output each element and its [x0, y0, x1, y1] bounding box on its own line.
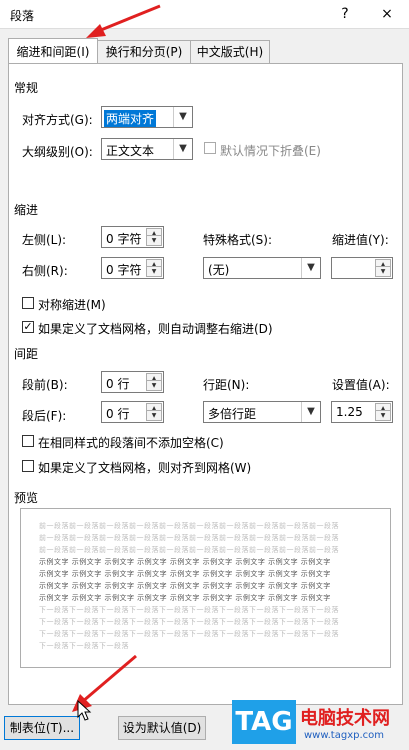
indent-by-spinner[interactable]: ▲ ▼ [331, 257, 393, 279]
preview-box: 前一段落前一段落前一段落前一段落前一段落前一段落前一段落前一段落前一段落前一段落… [20, 508, 391, 668]
preview-sample-line: 示例文字 示例文字 示例文字 示例文字 示例文字 示例文字 示例文字 示例文字 … [39, 570, 331, 578]
right-indent-spinner[interactable]: 0 字符 ▲ ▼ [101, 257, 164, 279]
preview-section-title: 预览 [14, 491, 39, 505]
spin-down-icon[interactable]: ▼ [375, 266, 391, 277]
spin-down-icon[interactable]: ▼ [146, 235, 162, 246]
no-space-label: 在相同样式的段落间不添加空格(C) [38, 436, 224, 450]
spacing-at-spinner[interactable]: 1.25 ▲ ▼ [331, 401, 393, 423]
spin-down-icon[interactable]: ▼ [146, 380, 162, 391]
mirror-indents-label: 对称缩进(M) [38, 298, 106, 312]
alignment-label: 对齐方式(G): [22, 113, 93, 127]
alignment-value: 两端对齐 [104, 110, 157, 127]
preview-prev-line: 前一段落前一段落前一段落前一段落前一段落前一段落前一段落前一段落前一段落前一段落 [39, 546, 339, 554]
red-arrow-icon [86, 4, 161, 38]
chevron-down-icon: ▼ [301, 402, 320, 422]
left-indent-spinner[interactable]: 0 字符 ▲ ▼ [101, 226, 164, 248]
tab-asian-typography[interactable]: 中文版式(H) [190, 40, 270, 63]
mirror-indents-checkbox[interactable] [22, 297, 34, 309]
chevron-down-icon: ▼ [173, 139, 192, 159]
special-indent-label: 特殊格式(S): [203, 233, 273, 247]
indent-section-title: 缩进 [14, 203, 39, 217]
preview-sample-line: 示例文字 示例文字 示例文字 示例文字 示例文字 示例文字 示例文字 示例文字 … [39, 582, 331, 590]
space-after-value: 0 行 [106, 407, 130, 421]
collapsed-checkbox[interactable] [204, 142, 216, 154]
auto-adjust-checkbox[interactable]: ✓ [22, 321, 34, 333]
red-arrow-icon [72, 654, 137, 712]
indent-by-label: 缩进值(Y): [332, 233, 389, 247]
general-section-title: 常规 [14, 81, 39, 95]
space-before-label: 段前(B): [22, 378, 68, 392]
dialog-title: 段落 [10, 9, 35, 23]
preview-sample-line: 示例文字 示例文字 示例文字 示例文字 示例文字 示例文字 示例文字 示例文字 … [39, 558, 331, 566]
space-after-spinner[interactable]: 0 行 ▲ ▼ [101, 401, 164, 423]
chevron-down-icon: ▼ [301, 258, 320, 278]
snap-grid-label: 如果定义了文档网格，则对齐到网格(W) [38, 461, 252, 475]
spacing-at-value: 1.25 [336, 405, 363, 419]
alignment-dropdown[interactable]: 两端对齐 ▼ [101, 106, 193, 128]
watermark-url: www.tagxp.com [304, 730, 384, 741]
line-spacing-value: 多倍行距 [208, 407, 257, 421]
special-indent-value: (无) [208, 263, 230, 277]
watermark-site: 电脑技术网 [300, 708, 390, 729]
space-after-label: 段后(F): [22, 409, 67, 423]
chevron-down-icon: ▼ [173, 107, 192, 127]
no-space-checkbox[interactable] [22, 435, 34, 447]
auto-adjust-label: 如果定义了文档网格，则自动调整右缩进(D) [38, 322, 273, 336]
preview-next-line: 下一段落下一段落下一段落下一段落下一段落下一段落下一段落下一段落下一段落下一段落 [39, 618, 339, 626]
special-indent-dropdown[interactable]: (无) ▼ [203, 257, 321, 279]
cursor-icon [77, 700, 92, 721]
space-before-value: 0 行 [106, 377, 130, 391]
right-indent-value: 0 字符 [106, 263, 142, 277]
spin-down-icon[interactable]: ▼ [146, 266, 162, 277]
line-spacing-label: 行距(N): [203, 378, 250, 392]
spin-down-icon[interactable]: ▼ [375, 410, 391, 421]
snap-grid-checkbox[interactable] [22, 460, 34, 472]
preview-next-line: 下一段落下一段落下一段落下一段落下一段落下一段落下一段落下一段落下一段落下一段落 [39, 630, 339, 638]
space-before-spinner[interactable]: 0 行 ▲ ▼ [101, 371, 164, 393]
line-spacing-dropdown[interactable]: 多倍行距 ▼ [203, 401, 321, 423]
help-icon[interactable]: ? [334, 4, 356, 24]
spin-down-icon[interactable]: ▼ [146, 410, 162, 421]
collapsed-label: 默认情况下折叠(E) [220, 144, 321, 158]
preview-prev-line: 前一段落前一段落前一段落前一段落前一段落前一段落前一段落前一段落前一段落前一段落 [39, 534, 339, 542]
left-indent-value: 0 字符 [106, 232, 142, 246]
preview-next-line: 下一段落下一段落下一段落下一段落下一段落下一段落下一段落下一段落下一段落下一段落 [39, 606, 339, 614]
preview-prev-line: 前一段落前一段落前一段落前一段落前一段落前一段落前一段落前一段落前一段落前一段落 [39, 522, 339, 530]
right-indent-label: 右侧(R): [22, 264, 68, 278]
watermark-logo: TAG [232, 700, 296, 744]
preview-sample-line: 示例文字 示例文字 示例文字 示例文字 示例文字 示例文字 示例文字 示例文字 … [39, 594, 331, 602]
outline-level-dropdown[interactable]: 正文文本 ▼ [101, 138, 193, 160]
close-icon[interactable]: × [376, 4, 398, 24]
spacing-section-title: 间距 [14, 347, 39, 361]
left-indent-label: 左侧(L): [22, 233, 67, 247]
outline-level-value: 正文文本 [106, 144, 155, 158]
outline-level-label: 大纲级别(O): [22, 145, 93, 159]
spacing-at-label: 设置值(A): [332, 378, 390, 392]
